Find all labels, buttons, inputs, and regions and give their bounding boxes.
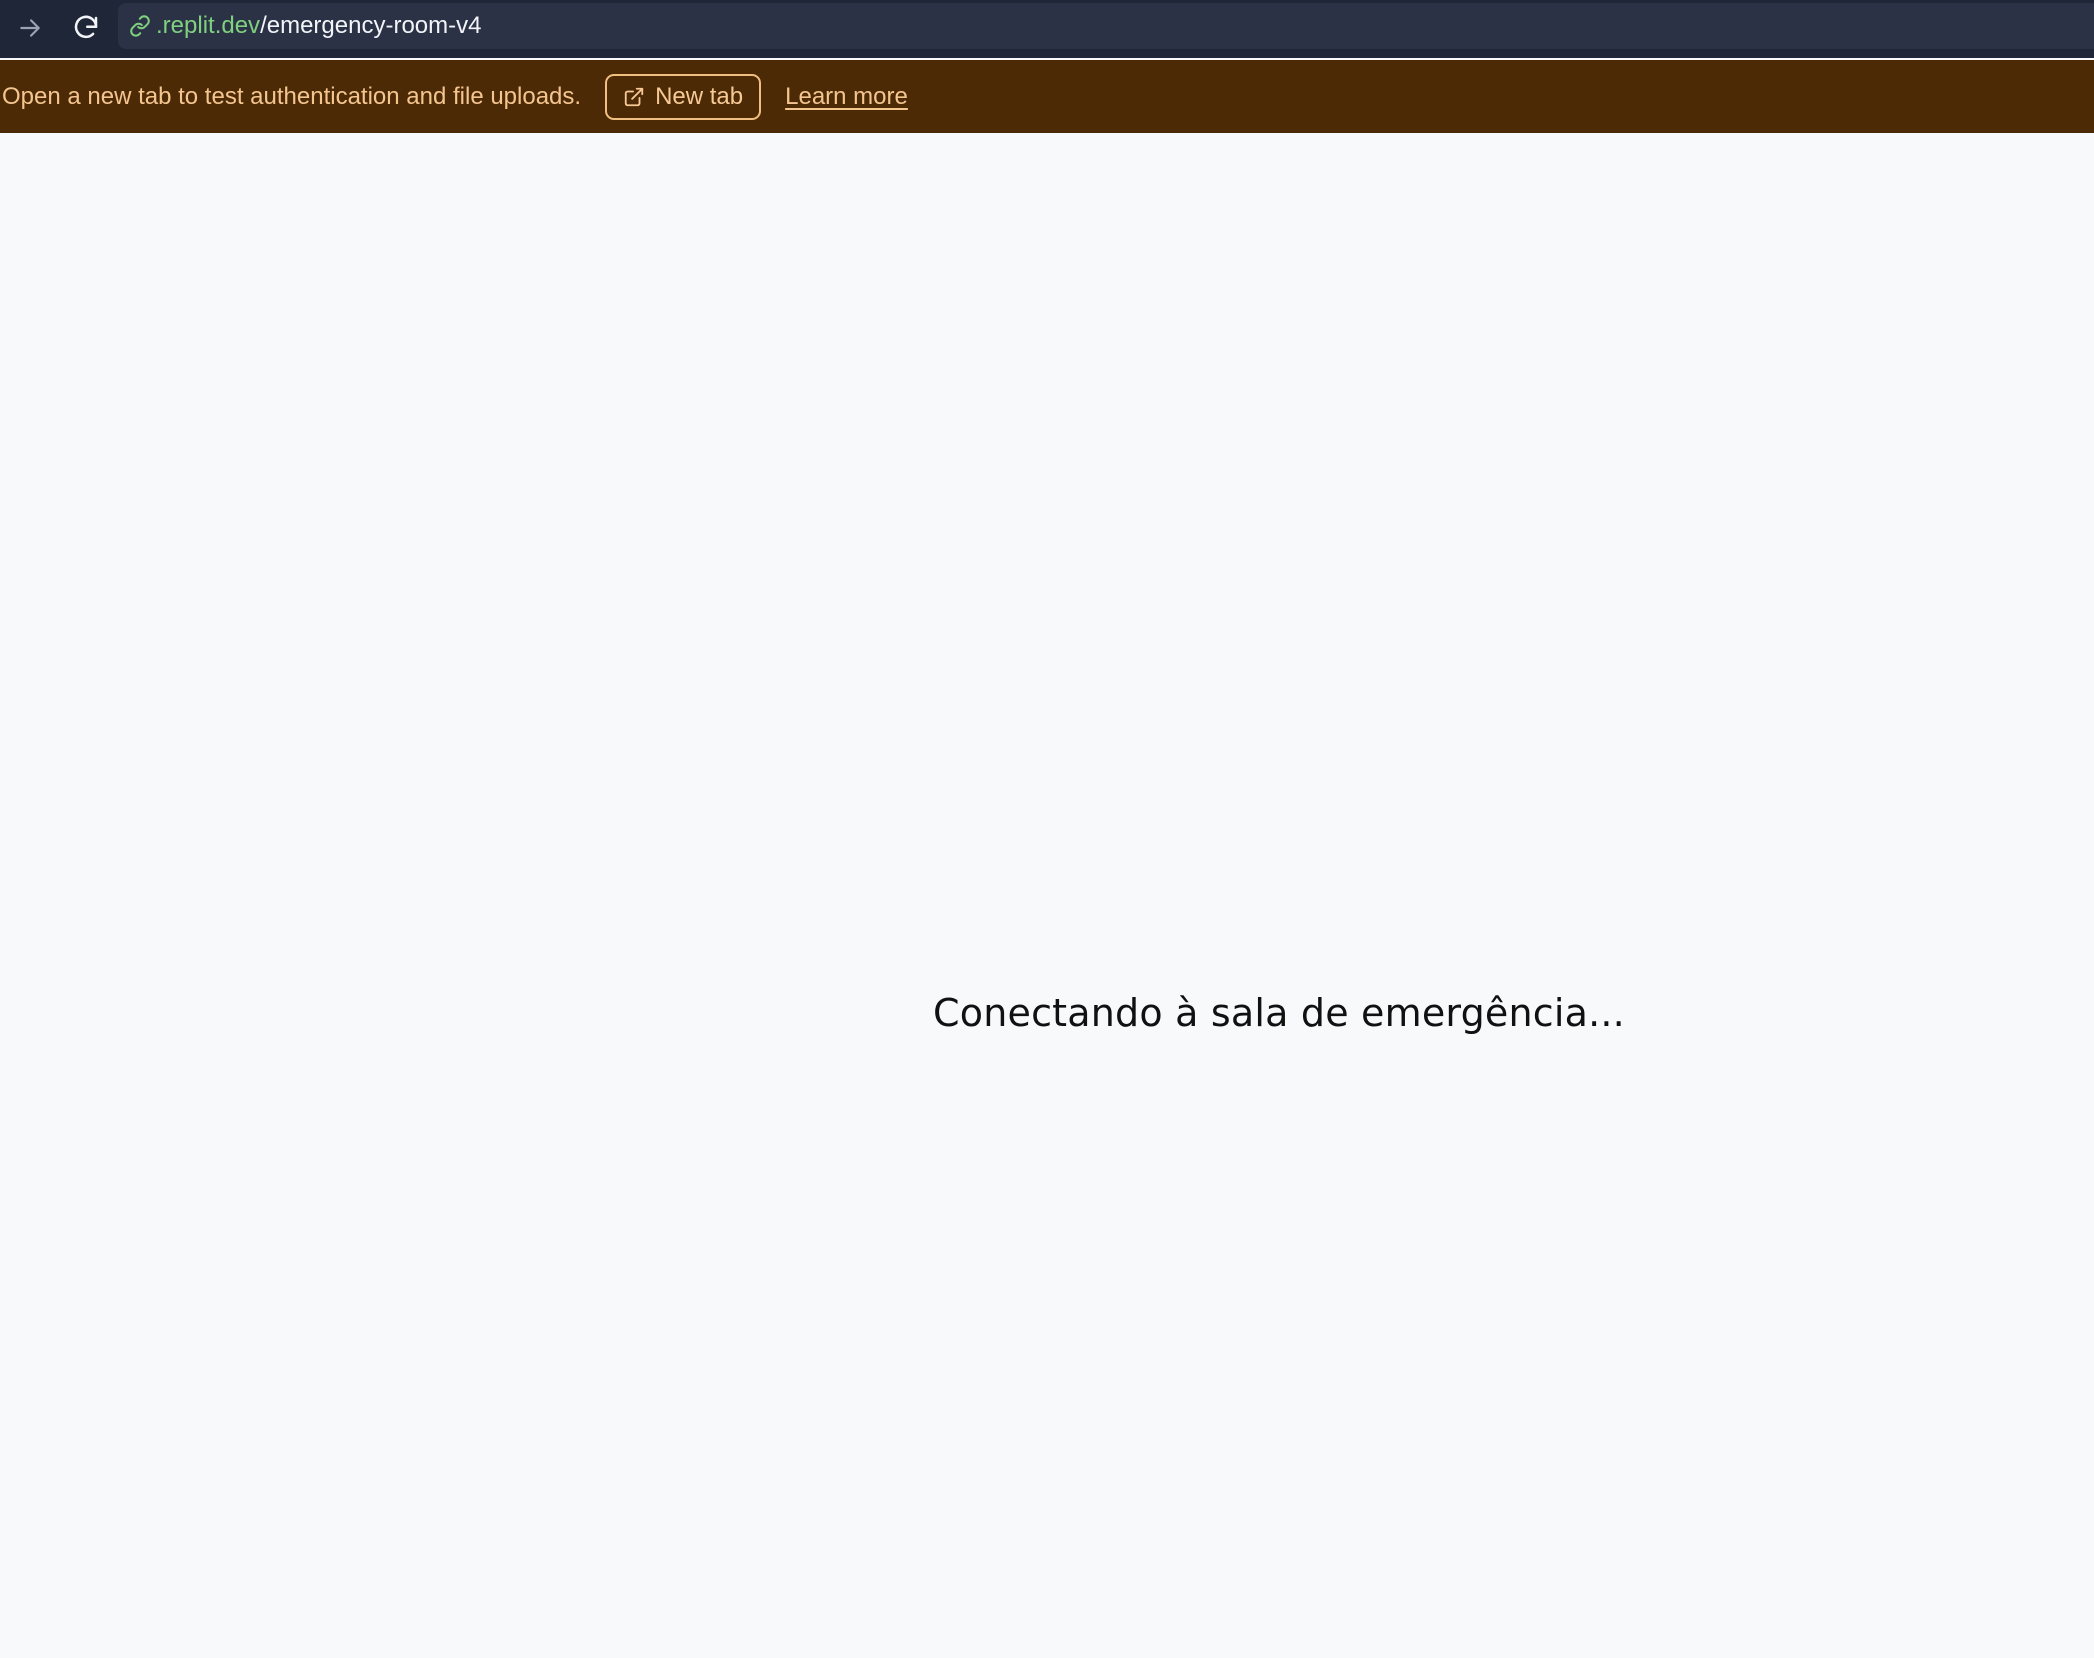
new-tab-label: New tab bbox=[655, 82, 744, 110]
connection-status: Conectando à sala de emergência... bbox=[933, 991, 1625, 1035]
arrow-right-icon bbox=[17, 15, 43, 41]
url-field[interactable]: .replit.dev/emergency-room-v4 bbox=[118, 3, 2094, 49]
url-domain: .replit.dev bbox=[156, 12, 261, 39]
link-icon bbox=[126, 12, 154, 40]
browser-address-bar: .replit.dev/emergency-room-v4 bbox=[0, 0, 2094, 58]
page-content: Conectando à sala de emergência... bbox=[0, 133, 2094, 1658]
learn-more-link[interactable]: Learn more bbox=[785, 83, 908, 111]
reload-button[interactable] bbox=[64, 6, 108, 50]
info-banner: Open a new tab to test authentication an… bbox=[0, 60, 2094, 133]
new-tab-button[interactable]: New tab bbox=[605, 73, 762, 120]
banner-message: Open a new tab to test authentication an… bbox=[2, 82, 582, 110]
url-text: .replit.dev/emergency-room-v4 bbox=[156, 12, 481, 40]
forward-button[interactable] bbox=[8, 6, 52, 50]
url-path: /emergency-room-v4 bbox=[260, 12, 482, 39]
reload-icon bbox=[71, 13, 101, 43]
external-link-icon bbox=[623, 85, 647, 109]
